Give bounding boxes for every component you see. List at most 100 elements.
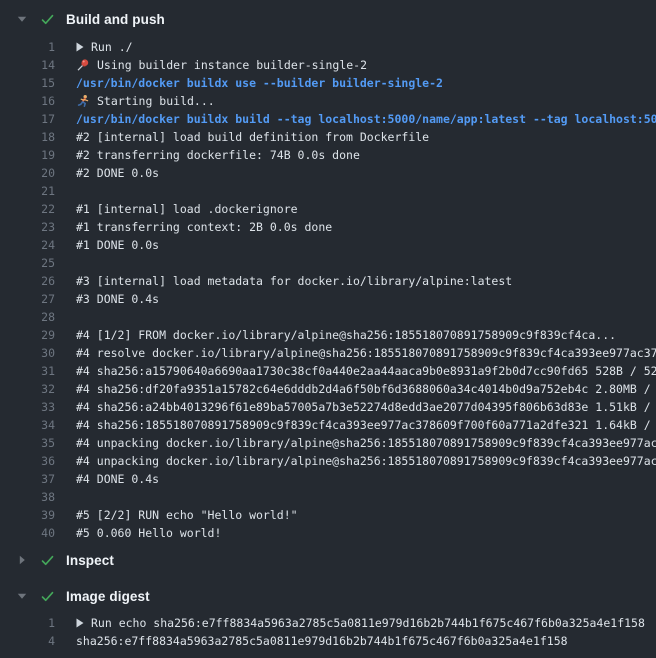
log-text: #4 [1/2] FROM docker.io/library/alpine@s… (76, 328, 656, 342)
log-text: #1 DONE 0.0s (76, 238, 656, 252)
log-text-content: #5 [2/2] RUN echo "Hello world!" (76, 508, 298, 522)
line-number[interactable]: 24 (0, 238, 55, 252)
workflow-log-viewer: Build and push1Run ./14Using builder ins… (0, 0, 656, 650)
log-text-content: #4 sha256:df20fa9351a15782c64e6dddb2d4a6… (76, 382, 656, 396)
play-expand-icon[interactable] (76, 618, 84, 628)
log-text: #5 0.060 Hello world! (76, 526, 656, 540)
line-number[interactable]: 20 (0, 166, 55, 180)
log-text-content: #4 unpacking docker.io/library/alpine@sh… (76, 454, 656, 468)
log-line: 29 #4 [1/2] FROM docker.io/library/alpine… (0, 326, 656, 344)
line-number[interactable]: 25 (0, 256, 55, 270)
log-section-inspect: Inspect (0, 542, 656, 578)
log-text: #4 sha256:a15790640a6690aa1730c38cf0a440… (76, 364, 656, 378)
line-number[interactable]: 39 (0, 508, 55, 522)
play-expand-icon[interactable] (76, 42, 84, 52)
pushpin-icon (76, 58, 90, 72)
line-number[interactable]: 23 (0, 220, 55, 234)
log-line: 19 #2 transferring dockerfile: 74B 0.0s d… (0, 146, 656, 164)
log-text: #2 DONE 0.0s (76, 166, 656, 180)
log-section-image-digest: Image digest 1 Run echo sha256:e7ff8834a59… (0, 578, 656, 650)
log-text-content: #4 resolve docker.io/library/alpine@sha2… (76, 346, 656, 360)
log-line: 26#3 [internal] load metadata for docker… (0, 272, 656, 290)
log-line: 37 #4 DONE 0.4s (0, 470, 656, 488)
section-title: Inspect (66, 553, 114, 568)
line-number[interactable]: 35 (0, 436, 55, 450)
log-line: 28 (0, 308, 656, 326)
log-line: 15/usr/bin/docker buildx use --builder b… (0, 74, 656, 92)
section-log-lines: 1 Run echo sha256:e7ff8834a5963a2785c5a08… (0, 614, 656, 650)
log-line: 1 Run ./ (0, 38, 656, 56)
line-number[interactable]: 31 (0, 364, 55, 378)
log-text-content: sha256:e7ff8834a5963a2785c5a0811e979d16b… (76, 634, 568, 648)
check-success-icon (40, 12, 55, 27)
line-number[interactable]: 27 (0, 292, 55, 306)
log-text: #4 unpacking docker.io/library/alpine@sh… (76, 454, 656, 468)
runner-icon (76, 94, 90, 108)
line-number[interactable]: 22 (0, 202, 55, 216)
check-success-icon (40, 589, 55, 604)
log-text[interactable]: Run ./ (76, 40, 656, 54)
line-number[interactable]: 17 (0, 112, 55, 126)
line-number[interactable]: 28 (0, 310, 55, 324)
line-number[interactable]: 29 (0, 328, 55, 342)
log-line: 33 #4 sha256:a24bb4013296f61e89ba57005a7b… (0, 398, 656, 416)
log-text-content: #2 [internal] load build definition from… (76, 130, 429, 144)
line-number[interactable]: 30 (0, 346, 55, 360)
log-text-content: #4 unpacking docker.io/library/alpine@sh… (76, 436, 656, 450)
log-text-content: Run echo sha256:e7ff8834a5963a2785c5a081… (91, 616, 645, 630)
log-text: #5 [2/2] RUN echo "Hello world!" (76, 508, 656, 522)
chevron-right-icon[interactable] (17, 555, 27, 565)
line-number[interactable]: 32 (0, 382, 55, 396)
log-text: #2 [internal] load build definition from… (76, 130, 656, 144)
section-header-image-digest[interactable]: Image digest (0, 578, 656, 614)
line-number[interactable]: 40 (0, 526, 55, 540)
log-line: 24 #1 DONE 0.0s (0, 236, 656, 254)
line-number[interactable]: 26 (0, 274, 55, 288)
log-text-content: #4 [1/2] FROM docker.io/library/alpine@s… (76, 328, 616, 342)
line-number[interactable]: 15 (0, 76, 55, 90)
log-text-content: #1 transferring context: 2B 0.0s done (76, 220, 332, 234)
log-text-content: Using builder instance builder-single-2 (97, 58, 367, 72)
log-line: 31 #4 sha256:a15790640a6690aa1730c38cf0a4… (0, 362, 656, 380)
log-line: 22 #1 [internal] load .dockerignore (0, 200, 656, 218)
log-text: #3 DONE 0.4s (76, 292, 656, 306)
log-text: /usr/bin/docker buildx build --tag local… (76, 112, 656, 126)
log-line: 21 (0, 182, 656, 200)
line-number[interactable]: 1 (0, 40, 55, 54)
log-text-content: #1 [internal] load .dockerignore (76, 202, 298, 216)
line-number[interactable]: 4 (0, 634, 55, 648)
line-number[interactable]: 19 (0, 148, 55, 162)
section-header-inspect[interactable]: Inspect (0, 542, 656, 578)
log-section-build-and-push: Build and push 1 Run ./ 14 Using builder ins… (0, 0, 656, 542)
log-text-content: #4 DONE 0.4s (76, 472, 159, 486)
log-line: 25 (0, 254, 656, 272)
line-number[interactable]: 18 (0, 130, 55, 144)
log-text-content: #4 sha256:a24bb4013296f61e89ba57005a7b3e… (76, 400, 656, 414)
log-line: 36 #4 unpacking docker.io/library/alpine@… (0, 452, 656, 470)
log-line: 40 #5 0.060 Hello world! (0, 524, 656, 542)
log-text-content: #3 DONE 0.4s (76, 292, 159, 306)
line-number[interactable]: 33 (0, 400, 55, 414)
line-number[interactable]: 38 (0, 490, 55, 504)
log-text: #4 sha256:df20fa9351a15782c64e6dddb2d4a6… (76, 382, 656, 396)
chevron-down-icon[interactable] (17, 14, 27, 24)
section-header-build-and-push[interactable]: Build and push (0, 0, 656, 38)
log-text-content: #5 0.060 Hello world! (76, 526, 221, 540)
chevron-down-icon[interactable] (17, 591, 27, 601)
log-line: 1 Run echo sha256:e7ff8834a5963a2785c5a08… (0, 614, 656, 632)
line-number[interactable]: 1 (0, 616, 55, 630)
line-number[interactable]: 36 (0, 454, 55, 468)
log-text-content: /usr/bin/docker buildx build --tag local… (76, 112, 656, 126)
log-text[interactable]: Run echo sha256:e7ff8834a5963a2785c5a081… (76, 616, 656, 630)
line-number[interactable]: 37 (0, 472, 55, 486)
line-number[interactable]: 16 (0, 94, 55, 108)
log-line: 17/usr/bin/docker buildx build --tag loc… (0, 110, 656, 128)
line-number[interactable]: 21 (0, 184, 55, 198)
line-number[interactable]: 14 (0, 58, 55, 72)
log-line: 30 #4 resolve docker.io/library/alpine@sh… (0, 344, 656, 362)
line-number[interactable]: 34 (0, 418, 55, 432)
section-title: Image digest (66, 589, 150, 604)
log-line: 18 #2 [internal] load build definition fr… (0, 128, 656, 146)
log-text-content: Run ./ (91, 40, 133, 54)
log-text: #2 transferring dockerfile: 74B 0.0s don… (76, 148, 656, 162)
